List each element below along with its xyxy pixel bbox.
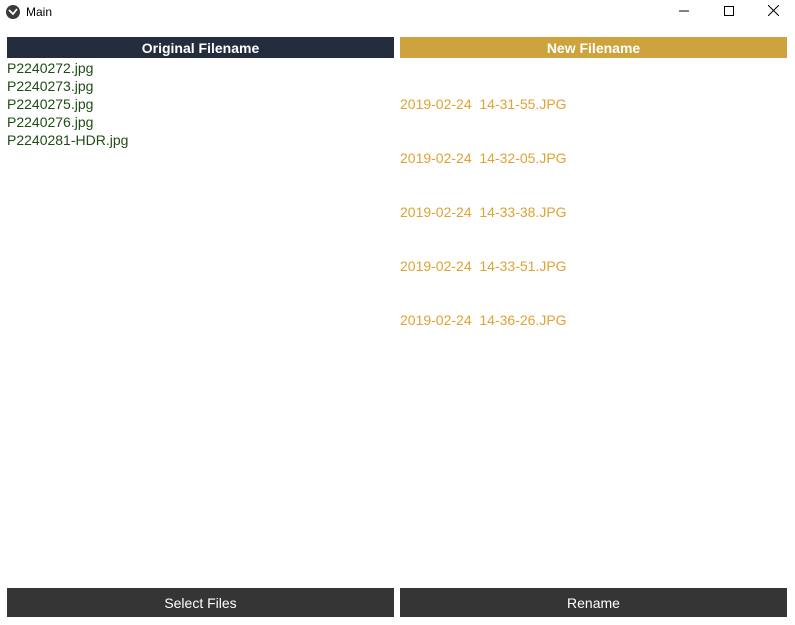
new-filename-item: 2019-02-24 14-36-26.JPG [400,312,567,328]
new-filename-item: 2019-02-24 14-33-38.JPG [400,204,567,220]
window-title: Main [26,5,53,19]
maximize-icon [723,3,734,21]
maximize-button[interactable] [706,0,751,24]
minimize-button[interactable] [661,0,706,24]
app-icon [6,5,20,19]
minimize-icon [678,3,689,21]
new-filename-header: New Filename [400,37,787,58]
original-filename-header: Original Filename [7,37,394,58]
new-filename-item: 2019-02-24 14-31-55.JPG [400,96,567,112]
main-window: Main Original Filename New Filename P224… [0,0,795,625]
title-bar[interactable]: Main [0,0,795,24]
close-button[interactable] [751,0,795,24]
rename-button[interactable]: Rename [400,588,787,617]
original-filename-item: P2240275.jpg [7,96,94,112]
original-filename-item: P2240273.jpg [7,78,94,94]
original-filename-item: P2240272.jpg [7,60,94,76]
original-filename-item: P2240276.jpg [7,114,94,130]
close-icon [767,3,780,21]
new-filename-list: 2019-02-24 14-31-55.JPG 2019-02-24 14-32… [400,59,787,365]
original-filename-item: P2240281-HDR.jpg [7,132,129,148]
select-files-button[interactable]: Select Files [7,588,394,617]
new-filename-item: 2019-02-24 14-32-05.JPG [400,150,567,166]
original-filename-list: P2240272.jpg P2240273.jpg P2240275.jpg P… [7,59,394,149]
new-filename-item: 2019-02-24 14-33-51.JPG [400,258,567,274]
